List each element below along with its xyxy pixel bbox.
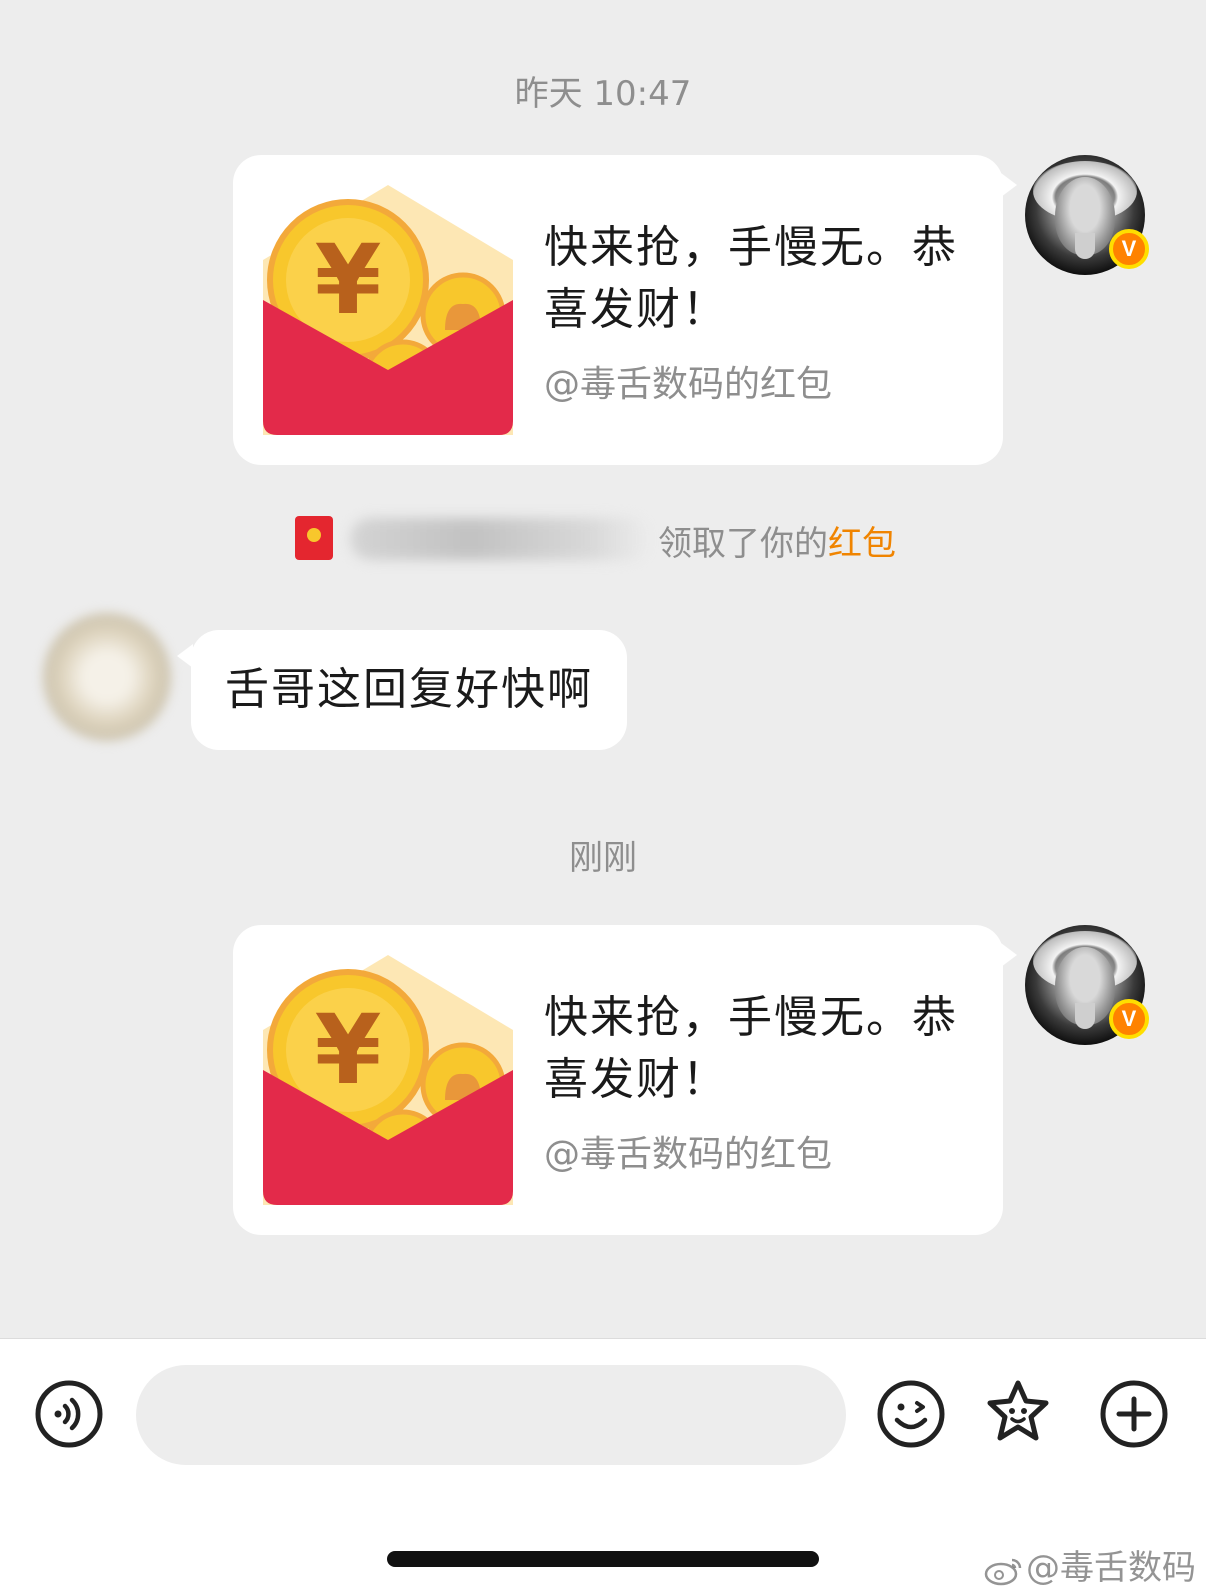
plus-icon[interactable] — [1099, 1379, 1169, 1449]
red-packet-icon: ¥ — [263, 955, 513, 1205]
watermark-text: @毒舌数码 — [1026, 1548, 1196, 1588]
red-packet-title: 快来抢，手慢无。恭喜发财！ — [544, 992, 958, 1105]
blurred-username — [350, 518, 650, 560]
verified-badge-icon: V — [1109, 999, 1149, 1039]
red-packet-subtitle: @毒舌数码的红包 — [544, 364, 833, 405]
red-packet-small-icon — [295, 516, 333, 560]
verified-badge-icon: V — [1109, 229, 1149, 269]
home-indicator — [387, 1551, 819, 1567]
my-avatar[interactable]: V — [1025, 155, 1149, 275]
my-avatar[interactable]: V — [1025, 925, 1149, 1045]
claim-text: 领取了你的 — [658, 524, 828, 564]
watermark: @毒舌数码 — [984, 1540, 1196, 1589]
red-packet-title: 快来抢，手慢无。恭喜发财！ — [544, 222, 958, 335]
timestamp: 刚刚 — [569, 838, 637, 878]
svg-text:¥: ¥ — [315, 224, 382, 336]
weibo-logo-icon — [984, 1558, 1022, 1585]
claim-red-packet-link[interactable]: 红包 — [828, 524, 896, 564]
other-avatar[interactable] — [42, 612, 172, 742]
svg-text:¥: ¥ — [315, 994, 382, 1106]
red-packet-card[interactable]: ¥ 快来抢，手慢无。恭喜发财！ @毒舌数码的红包 — [233, 155, 1017, 465]
emoji-icon[interactable] — [876, 1379, 946, 1449]
voice-icon[interactable] — [34, 1379, 104, 1449]
red-packet-subtitle: @毒舌数码的红包 — [544, 1134, 833, 1175]
sticker-icon[interactable] — [983, 1377, 1053, 1447]
timestamp: 昨天 10:47 — [514, 74, 692, 114]
red-packet-card[interactable]: ¥ 快来抢，手慢无。恭喜发财！ @毒舌数码的红包 — [233, 925, 1017, 1235]
red-packet-icon: ¥ — [263, 185, 513, 435]
message-input[interactable] — [136, 1365, 846, 1465]
claim-notice: 领取了你的红包 — [0, 512, 1206, 572]
message-bubble[interactable]: 舌哥这回复好快啊 — [177, 630, 627, 750]
